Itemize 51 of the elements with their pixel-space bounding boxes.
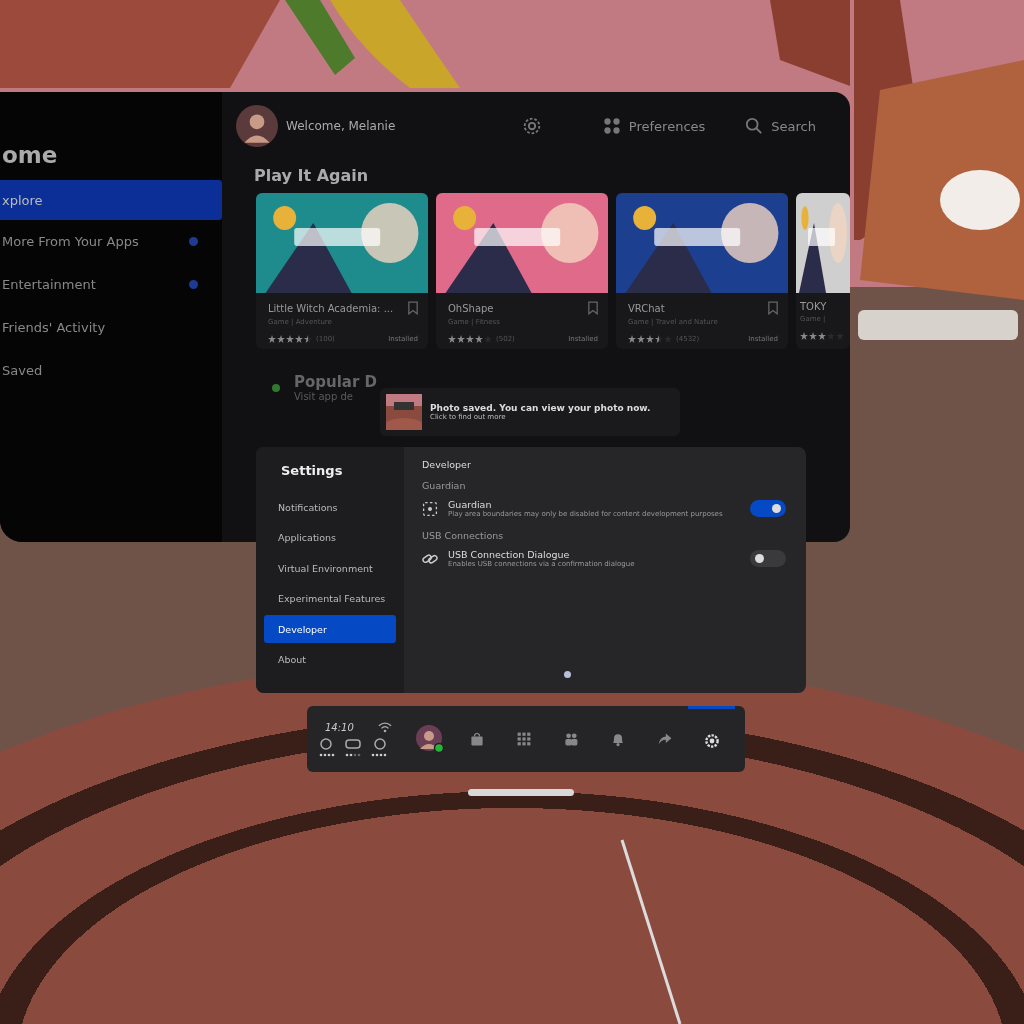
avatar-icon[interactable]: [236, 105, 278, 147]
nav-item[interactable]: Saved: [0, 349, 222, 392]
bookmark-icon[interactable]: [588, 301, 598, 315]
search-button[interactable]: Search: [735, 117, 826, 135]
setting-title: USB Connection Dialogue: [448, 549, 571, 560]
boundary-icon: [422, 500, 438, 517]
drag-handle[interactable]: [468, 789, 574, 796]
nav-item[interactable]: More From Your Apps: [0, 220, 222, 263]
app-title: OhShape: [448, 302, 495, 314]
wifi-icon: [377, 721, 392, 733]
grid-icon: [602, 117, 621, 135]
people-icon: [563, 731, 579, 747]
settings-title: Settings: [281, 463, 344, 478]
section-title: Popular D: [294, 373, 378, 391]
settings-nav-item[interactable]: Applications: [264, 522, 396, 553]
app-grid-icon: [516, 731, 533, 747]
settings-nav-item[interactable]: Experimental Features: [264, 583, 396, 614]
welcome-text: Welcome, Melanie: [286, 119, 396, 133]
page-title: Developer: [422, 459, 472, 470]
section-heading: USB Connections: [422, 530, 505, 541]
section-subtitle: Visit app de: [294, 391, 354, 402]
section-heading: Guardian: [422, 480, 467, 491]
app-title: TOKY: [800, 301, 828, 312]
bookmark-icon[interactable]: [408, 301, 418, 315]
controller-battery-icon: [369, 736, 389, 757]
toggle-switch[interactable]: [750, 500, 786, 517]
preferences-button[interactable]: Preferences: [592, 117, 716, 135]
settings-icon: [703, 732, 720, 749]
setting-title: Guardian: [448, 499, 493, 510]
shopping-bag-icon: [469, 731, 486, 747]
settings-nav-item[interactable]: Developer: [264, 615, 396, 643]
nav-item[interactable]: xplore: [0, 180, 222, 220]
home-title: ome: [1, 142, 59, 170]
settings-nav-item[interactable]: Virtual Environment: [264, 553, 396, 584]
nav-item[interactable]: Entertainment: [0, 263, 222, 306]
toggle-switch[interactable]: [750, 550, 786, 567]
settings-nav-item[interactable]: About: [264, 644, 396, 675]
bookmark-icon[interactable]: [768, 301, 778, 315]
search-icon: [745, 117, 764, 135]
app-title: Little Witch Academia: ...: [268, 302, 395, 314]
status-dot: [272, 383, 280, 392]
page-indicator: [564, 671, 571, 678]
section-title: Play It Again: [254, 166, 370, 185]
avatar-icon: [415, 724, 446, 754]
settings-nav-item[interactable]: Notifications: [264, 492, 396, 523]
app-title: VRChat: [628, 302, 666, 314]
headset-battery-icon: [343, 736, 363, 757]
toast-title: Photo saved. You can view your photo now.: [430, 403, 651, 413]
clock-time: 14:10: [325, 721, 354, 733]
controller-battery-icon: [317, 736, 337, 757]
nav-item[interactable]: Friends' Activity: [0, 306, 222, 349]
